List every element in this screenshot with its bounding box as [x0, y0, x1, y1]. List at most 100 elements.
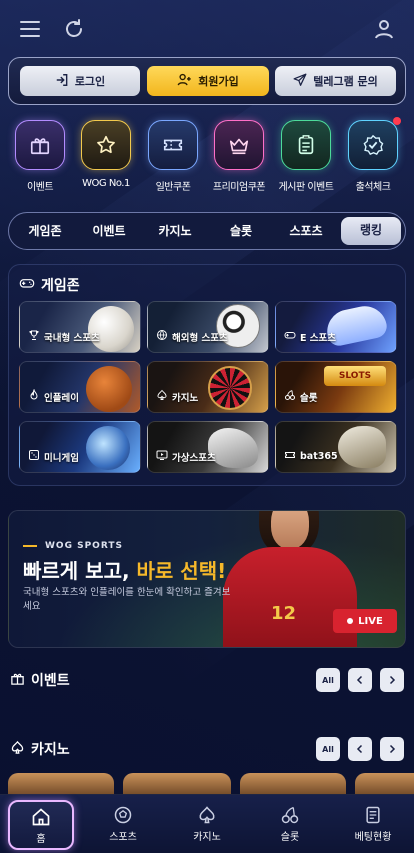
- tile-slot[interactable]: SLOTS 슬롯: [275, 361, 397, 413]
- notification-dot: [393, 117, 401, 125]
- nav-home[interactable]: 홈: [8, 800, 74, 850]
- jersey-number: 12: [271, 603, 297, 624]
- nav-label: 홈: [36, 834, 46, 845]
- quick-label: 이벤트: [26, 182, 54, 193]
- tile-bat365[interactable]: bat365: [275, 421, 397, 473]
- quick-label: 출석체크: [355, 182, 391, 193]
- horse-racing-image: [338, 426, 386, 468]
- live-dot-icon: [347, 618, 354, 624]
- tile-casino[interactable]: 카지노: [147, 361, 269, 413]
- event-section-title: 이벤트: [10, 670, 70, 690]
- chevron-right-icon: [386, 740, 398, 759]
- basketball-image: [86, 366, 132, 412]
- casino-all-button[interactable]: All: [316, 737, 340, 761]
- event-prev-button[interactable]: [348, 668, 372, 692]
- quick-item-wog[interactable]: WOG No.1: [76, 120, 136, 189]
- gift-icon: [10, 671, 25, 690]
- tile-label: 미니게임: [28, 449, 79, 464]
- tab-ranking[interactable]: 랭킹: [341, 217, 401, 245]
- quick-item-coupon[interactable]: 일반쿠폰: [143, 120, 203, 193]
- event-all-button[interactable]: All: [316, 668, 340, 692]
- banner-brand-text: WOG SPORTS: [45, 541, 123, 551]
- live-button[interactable]: LIVE: [333, 609, 397, 633]
- banner-description: 국내형 스포츠와 인플레이를 한눈에 확인하고 즐겨보세요: [23, 587, 231, 612]
- user-plus-icon: [177, 72, 192, 90]
- quick-label: 게시판 이벤트: [278, 182, 334, 193]
- globe-icon: [156, 329, 168, 344]
- login-button[interactable]: 로그인: [20, 66, 140, 96]
- event-section-header: 이벤트 All: [8, 666, 406, 694]
- tile-overseas-sports[interactable]: 해외형 스포츠: [147, 301, 269, 353]
- quick-item-event[interactable]: 이벤트: [10, 120, 70, 193]
- screen-play-icon: [156, 449, 168, 464]
- bottom-navigation: 홈 스포츠 카지노 슬롯 베팅현황: [0, 794, 414, 853]
- tile-virtual-sports[interactable]: 가상스포츠: [147, 421, 269, 473]
- tile-label: 해외형 스포츠: [156, 329, 228, 344]
- document-icon: [340, 805, 406, 825]
- nav-label: 카지노: [193, 832, 221, 843]
- gift-icon: [15, 120, 65, 170]
- chevron-right-icon: [386, 671, 398, 690]
- tile-label: bat365: [284, 449, 338, 464]
- tab-gamezone[interactable]: 게임존: [15, 213, 75, 251]
- promo-banner[interactable]: 12 WOG SPORTS 빠르게 보고, 바로 선택! 국내형 스포츠와 인플…: [8, 510, 406, 648]
- casino-section-header: 카지노 All: [8, 735, 406, 763]
- casino-prev-button[interactable]: [348, 737, 372, 761]
- crown-icon: [214, 120, 264, 170]
- home-icon: [10, 807, 72, 827]
- tab-slot[interactable]: 슬롯: [211, 213, 271, 251]
- tab-sports[interactable]: 스포츠: [275, 213, 337, 251]
- nav-label: 스포츠: [109, 832, 137, 843]
- clipboard-icon: [281, 120, 331, 170]
- nav-slot[interactable]: 슬롯: [257, 800, 323, 850]
- roulette-image: [208, 366, 252, 410]
- refresh-icon[interactable]: [62, 17, 86, 41]
- tile-esports[interactable]: E 스포츠: [275, 301, 397, 353]
- dice-icon: [28, 449, 40, 464]
- nav-label: 베팅현황: [354, 832, 392, 843]
- quick-item-premium-coupon[interactable]: 프리미엄쿠폰: [209, 120, 269, 193]
- spade-icon: [174, 805, 240, 825]
- nav-sports[interactable]: 스포츠: [90, 800, 156, 850]
- cherry-icon: [284, 389, 296, 404]
- nav-label: 슬롯: [280, 832, 300, 843]
- check-badge-icon: [348, 117, 401, 170]
- casino-next-button[interactable]: [380, 737, 404, 761]
- casino-section-title: 카지노: [10, 739, 70, 759]
- tab-event[interactable]: 이벤트: [79, 213, 139, 251]
- quick-item-board-event[interactable]: 게시판 이벤트: [276, 120, 336, 193]
- nav-casino[interactable]: 카지노: [174, 800, 240, 850]
- flame-icon: [28, 388, 40, 404]
- tile-label: E 스포츠: [284, 329, 336, 344]
- telegram-label: 텔레그램 문의: [313, 75, 378, 88]
- live-label: LIVE: [358, 615, 383, 627]
- quick-label: 프리미엄쿠폰: [212, 182, 266, 193]
- tile-label: 가상스포츠: [156, 449, 216, 464]
- gamepad-icon: [284, 329, 296, 344]
- quick-item-attendance[interactable]: 출석체크: [343, 117, 403, 193]
- tab-casino[interactable]: 카지노: [143, 213, 207, 251]
- gamezone-title: 게임존: [41, 278, 80, 294]
- signup-label: 회원가입: [198, 75, 239, 88]
- chevron-left-icon: [354, 671, 366, 690]
- login-label: 로그인: [74, 75, 106, 88]
- top-bar: [0, 0, 414, 56]
- spade-icon: [10, 740, 25, 759]
- slots-sign-image: SLOTS: [324, 366, 386, 386]
- brand-dash: [23, 545, 37, 547]
- tile-inplay[interactable]: 인플레이: [19, 361, 141, 413]
- tile-domestic-sports[interactable]: 국내형 스포츠: [19, 301, 141, 353]
- tile-minigame[interactable]: 미니게임: [19, 421, 141, 473]
- quick-label: WOG No.1: [82, 178, 130, 189]
- signup-button[interactable]: 회원가입: [147, 66, 269, 96]
- spade-icon: [156, 389, 168, 404]
- hamburger-menu-icon[interactable]: [18, 17, 42, 41]
- telegram-button[interactable]: 텔레그램 문의: [275, 66, 396, 96]
- trophy-icon: [28, 329, 40, 344]
- user-profile-icon[interactable]: [372, 17, 396, 41]
- nav-bet-status[interactable]: 베팅현황: [340, 800, 406, 850]
- banner-title-white: 빠르게 보고,: [23, 559, 130, 583]
- category-tabs: 게임존 이벤트 카지노 슬롯 스포츠 랭킹: [8, 212, 406, 250]
- event-next-button[interactable]: [380, 668, 404, 692]
- banner-title: 빠르게 보고, 바로 선택!: [23, 555, 226, 584]
